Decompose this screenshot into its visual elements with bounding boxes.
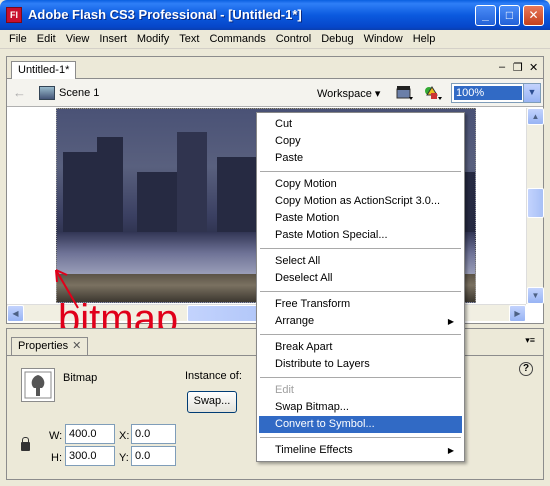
menu-separator bbox=[260, 291, 461, 292]
flash-app-icon: Fl bbox=[6, 7, 22, 23]
menu-item-copy[interactable]: Copy bbox=[259, 133, 462, 150]
chevron-down-icon[interactable]: ▼ bbox=[523, 84, 540, 102]
menu-view[interactable]: View bbox=[61, 33, 95, 45]
properties-tab-label: Properties bbox=[18, 340, 69, 352]
menu-bar: File Edit View Insert Modify Text Comman… bbox=[0, 30, 550, 49]
menu-item-paste-motion[interactable]: Paste Motion bbox=[259, 210, 462, 227]
y-label: Y: bbox=[119, 452, 129, 464]
x-field[interactable]: 0.0 bbox=[131, 424, 176, 444]
scroll-left-icon[interactable]: ◀ bbox=[7, 305, 24, 322]
menu-item-timeline-effects-label: Timeline Effects bbox=[275, 444, 353, 456]
tab-untitled-1[interactable]: Untitled-1* bbox=[11, 61, 77, 80]
menu-item-distribute-to-layers[interactable]: Distribute to Layers bbox=[259, 356, 462, 373]
menu-item-deselect-all[interactable]: Deselect All bbox=[259, 270, 462, 287]
menu-debug[interactable]: Debug bbox=[316, 33, 358, 45]
menu-item-cut[interactable]: Cut bbox=[259, 116, 462, 133]
menu-item-break-apart[interactable]: Break Apart bbox=[259, 339, 462, 356]
menu-item-convert-to-symbol[interactable]: Convert to Symbol... bbox=[259, 416, 462, 433]
lock-icon[interactable] bbox=[21, 437, 30, 451]
menu-item-free-transform[interactable]: Free Transform bbox=[259, 296, 462, 313]
menu-control[interactable]: Control bbox=[271, 33, 316, 45]
vertical-scrollbar[interactable]: ▲ ▼ bbox=[526, 108, 544, 304]
y-field[interactable]: 0.0 bbox=[131, 446, 176, 466]
swap-button[interactable]: Swap... bbox=[187, 391, 237, 413]
window-title: Adobe Flash CS3 Professional - [Untitled… bbox=[28, 7, 302, 22]
back-arrow-icon[interactable]: ← bbox=[13, 85, 26, 100]
submenu-arrow-icon: ▶ bbox=[447, 446, 454, 455]
doc-minimize-icon[interactable]: ‒ bbox=[499, 61, 505, 73]
help-icon[interactable]: ? bbox=[519, 362, 533, 376]
menu-window[interactable]: Window bbox=[359, 33, 408, 45]
doc-restore-icon[interactable]: ❐ bbox=[513, 61, 523, 74]
menu-item-timeline-effects[interactable]: Timeline Effects ▶ bbox=[259, 442, 462, 459]
panel-menu-icon[interactable]: ▾≡ bbox=[525, 335, 535, 346]
height-field[interactable]: 300.0 bbox=[65, 446, 115, 466]
menu-edit[interactable]: Edit bbox=[32, 33, 61, 45]
bitmap-symbol-icon bbox=[21, 368, 55, 402]
scroll-right-icon[interactable]: ▶ bbox=[509, 305, 526, 322]
instance-of-label: Instance of: bbox=[185, 370, 242, 382]
doc-close-icon[interactable]: ✕ bbox=[529, 61, 538, 74]
symbol-type-label: Bitmap bbox=[63, 372, 98, 384]
edit-bar: ← Scene 1 Workspace ▾ 100% ▼ bbox=[7, 79, 543, 107]
menu-separator bbox=[260, 248, 461, 249]
menu-file[interactable]: File bbox=[4, 33, 32, 45]
height-label: H: bbox=[51, 452, 62, 464]
vertical-scroll-thumb[interactable] bbox=[527, 188, 544, 218]
menu-separator bbox=[260, 437, 461, 438]
close-icon[interactable]: ✕ bbox=[72, 340, 81, 352]
menu-separator bbox=[260, 334, 461, 335]
edit-scene-icon[interactable] bbox=[395, 84, 415, 102]
title-bar: Fl Adobe Flash CS3 Professional - [Untit… bbox=[0, 0, 550, 30]
minimize-button[interactable]: _ bbox=[475, 5, 496, 26]
document-tab-strip: Untitled-1* ‒ ❐ ✕ bbox=[7, 57, 543, 80]
menu-separator bbox=[260, 377, 461, 378]
submenu-arrow-icon: ▶ bbox=[447, 317, 454, 326]
zoom-select[interactable]: 100% ▼ bbox=[451, 83, 541, 103]
scene-icon bbox=[39, 86, 55, 100]
x-label: X: bbox=[119, 430, 130, 442]
width-label: W: bbox=[49, 430, 63, 442]
workspace-menu[interactable]: Workspace ▾ bbox=[317, 87, 380, 100]
maximize-button[interactable]: □ bbox=[499, 5, 520, 26]
menu-item-copy-motion-as3[interactable]: Copy Motion as ActionScript 3.0... bbox=[259, 193, 462, 210]
menu-insert[interactable]: Insert bbox=[94, 33, 132, 45]
menu-item-arrange[interactable]: Arrange ▶ bbox=[259, 313, 462, 330]
menu-separator bbox=[260, 171, 461, 172]
menu-help[interactable]: Help bbox=[408, 33, 441, 45]
menu-commands[interactable]: Commands bbox=[204, 33, 270, 45]
menu-item-paste[interactable]: Paste bbox=[259, 150, 462, 167]
menu-item-paste-motion-special[interactable]: Paste Motion Special... bbox=[259, 227, 462, 244]
menu-item-arrange-label: Arrange bbox=[275, 315, 315, 327]
scene-label[interactable]: Scene 1 bbox=[59, 87, 99, 99]
menu-item-swap-bitmap[interactable]: Swap Bitmap... bbox=[259, 399, 462, 416]
close-button[interactable]: ✕ bbox=[523, 5, 544, 26]
scroll-down-icon[interactable]: ▼ bbox=[527, 287, 544, 304]
width-field[interactable]: 400.0 bbox=[65, 424, 115, 444]
zoom-value[interactable]: 100% bbox=[454, 86, 522, 100]
menu-item-edit: Edit bbox=[275, 384, 294, 396]
menu-item-select-all[interactable]: Select All bbox=[259, 253, 462, 270]
edit-symbols-icon[interactable] bbox=[423, 84, 443, 102]
scroll-up-icon[interactable]: ▲ bbox=[527, 108, 544, 125]
menu-item-copy-motion[interactable]: Copy Motion bbox=[259, 176, 462, 193]
context-menu: Cut Copy Paste Copy Motion Copy Motion a… bbox=[256, 112, 465, 462]
menu-text[interactable]: Text bbox=[174, 33, 204, 45]
tab-properties[interactable]: Properties ✕ bbox=[11, 337, 89, 355]
menu-modify[interactable]: Modify bbox=[132, 33, 174, 45]
